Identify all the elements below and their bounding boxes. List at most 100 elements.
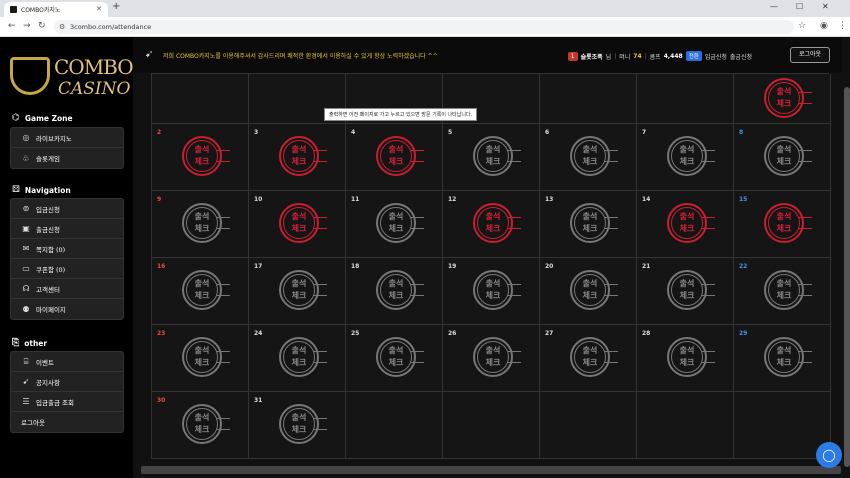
minimize-icon[interactable]: — (770, 2, 778, 11)
calendar-day-cell: 13 출석 체크 (540, 191, 637, 258)
calendar-day-number: 17 (254, 263, 263, 270)
attendance-stamp-unchecked-icon: 출석 체크 (570, 203, 618, 243)
back-icon[interactable]: ← (8, 21, 16, 31)
stamp-text-line2: 체크 (582, 291, 598, 300)
calendar-day-cell: 16 출석 체크 (152, 258, 249, 325)
stamp-text-line2: 체크 (776, 358, 792, 367)
attendance-stamp-checked-icon: 출석 체크 (667, 203, 715, 243)
calendar-day-cell: 6 출석 체크 (540, 124, 637, 191)
sidebar-item-notice[interactable]: ➹ 공지사항 (11, 372, 123, 392)
sidebar-item-logout[interactable]: 로그아웃 (11, 412, 123, 432)
maximize-icon[interactable]: ☐ (796, 2, 803, 11)
stamp-text-line1: 출석 (194, 279, 210, 288)
notice-text: 저희 COMBO카지노를 이용해주셔서 감사드리며 쾌적한 환경에서 이용하실 … (163, 53, 438, 60)
stamp-text-line1: 출석 (388, 279, 404, 288)
stamp-text-line2: 체크 (776, 99, 792, 108)
stamp-text-line1: 출석 (485, 212, 501, 221)
sidebar-item-live-casino[interactable]: ◎ 라이브카지노 (11, 128, 123, 148)
attendance-stamp-unchecked-icon: 출석 체크 (473, 270, 521, 310)
calendar-day-number: 9 (157, 196, 162, 203)
address-bar[interactable]: ⚙ 3combo.com/attendance (54, 20, 794, 34)
stamp-text-line2: 체크 (485, 157, 501, 166)
logout-button[interactable]: 로그아웃 (790, 47, 830, 63)
browser-tab[interactable]: COMBO카지노 ✕ (4, 2, 108, 17)
calendar-day-number: 16 (157, 263, 166, 270)
stamp-text-line2: 체크 (776, 291, 792, 300)
calendar-day-cell: 22 출석 체크 (734, 258, 831, 325)
stamp-text-line1: 출석 (776, 87, 792, 96)
stamp-text-line1: 출석 (582, 279, 598, 288)
calendar-day-cell: 7 출석 체크 (637, 124, 734, 191)
calendar-day-number: 18 (351, 263, 360, 270)
attendance-stamp-unchecked-icon: 출석체크 (376, 270, 424, 310)
headset-icon: ☊ (22, 284, 30, 293)
calendar-day-cell: 23 출석 체크 (152, 325, 249, 392)
stamp-text-line2: 체크 (291, 425, 307, 434)
menu-dots-icon[interactable]: ⋮ (838, 21, 847, 31)
sidebar-item-slot[interactable]: ♧ 슬롯게임 (11, 148, 123, 168)
stamp-text-line2: 체크 (582, 358, 598, 367)
combo-casino-logo[interactable]: COMBO CASINO (10, 55, 134, 115)
withdraw-link[interactable]: 출금신청 (730, 52, 752, 61)
bookmark-star-icon[interactable]: ☆ (798, 21, 806, 31)
close-window-icon[interactable]: ✕ (822, 2, 829, 11)
forward-icon[interactable]: → (23, 21, 31, 31)
sidebar-item-history[interactable]: ☰ 입금출금 조회 (11, 392, 123, 412)
stamp-text-line2: 체크 (194, 157, 210, 166)
sidebar-item-mypage[interactable]: ⚉ 마이페이지 (11, 299, 123, 319)
site-info-icon[interactable]: ⚙ (59, 20, 65, 34)
point-label: 콤프 (649, 53, 661, 61)
calendar-day-number: 3 (254, 129, 259, 136)
calendar-day-cell: 출석체크 (734, 74, 831, 124)
attendance-stamp-unchecked-icon: 출석 체크 (667, 270, 715, 310)
reload-icon[interactable]: ↻ (38, 21, 46, 31)
deposit-link[interactable]: 입금신청 (705, 52, 727, 61)
attendance-stamp-unchecked-icon: 출석 체크 (279, 270, 327, 310)
gamepad-icon: ⌬ (12, 113, 20, 123)
close-tab-icon[interactable]: ✕ (96, 5, 102, 13)
sidebar-item-messages[interactable]: ✉ 쪽지함 (0) (11, 239, 123, 259)
attendance-stamp-unchecked-icon: 출석 체크 (473, 337, 521, 377)
new-tab-button[interactable]: + (112, 1, 120, 12)
sidebar-item-event[interactable]: ⌸ 이벤트 (11, 352, 123, 372)
stamp-text-line1: 출석 (582, 212, 598, 221)
calendar-day-number: 21 (642, 263, 651, 270)
stamp-text-line1: 출석 (776, 279, 792, 288)
horizontal-scrollbar[interactable] (141, 466, 841, 474)
clipboard-icon: ⎘ (12, 338, 20, 348)
attendance-stamp-unchecked-icon: 출석 체크 (182, 404, 230, 444)
stamp-text-line1: 출석 (194, 212, 210, 221)
stamp-text-line1: 출석 (485, 145, 501, 154)
sidebar-item-withdraw[interactable]: ▣ 출금신청 (11, 219, 123, 239)
calendar-day-number: 11 (351, 196, 360, 203)
favicon-icon (10, 6, 17, 13)
stamp-text-line2: 체크 (679, 291, 695, 300)
level-badge: 1 (567, 51, 578, 61)
deposit-icon: ⊚ (22, 204, 30, 213)
calendar-day-cell: 8 출석 체크 (734, 124, 831, 191)
casino-chip-icon: ◎ (22, 133, 30, 142)
vertical-scrollbar[interactable] (844, 87, 850, 467)
sidebar-item-coupons[interactable]: ▭ 쿠폰함 (0) (11, 259, 123, 279)
section-title-other: ⎘ other (12, 338, 48, 348)
chat-support-button[interactable]: ◯ (816, 442, 842, 468)
sidebar-item-deposit[interactable]: ⊚ 입금신청 (11, 199, 123, 219)
browser-toolbar: ← → ↻ ⚙ 3combo.com/attendance ☆ ◉ ⋮ (0, 17, 850, 37)
calendar-day-number: 2 (157, 129, 162, 136)
calendar-day-cell (443, 392, 540, 459)
calendar-day-cell: 25 출석 체크 (346, 325, 443, 392)
stamp-text-line2: 체크 (388, 291, 404, 300)
calendar-day-number: 26 (448, 330, 457, 337)
attendance-stamp-unchecked-icon: 출석 체크 (764, 337, 812, 377)
game-zone-menu: ◎ 라이브카지노 ♧ 슬롯게임 (10, 127, 124, 169)
convert-button[interactable]: 전환 (685, 51, 702, 61)
calendar-day-cell: 15 출석 체크 (734, 191, 831, 258)
sidebar-item-support[interactable]: ☊ 고객센터 (11, 279, 123, 299)
stamp-text-line1: 출석 (485, 279, 501, 288)
attendance-stamp-checked-icon: 출석 체크 (182, 136, 230, 176)
mail-icon: ✉ (22, 244, 30, 253)
money-label: 머니 (619, 53, 631, 61)
calendar-day-number: 6 (545, 129, 550, 136)
logo-text-combo: COMBO (54, 55, 134, 79)
profile-icon[interactable]: ◉ (820, 21, 828, 31)
